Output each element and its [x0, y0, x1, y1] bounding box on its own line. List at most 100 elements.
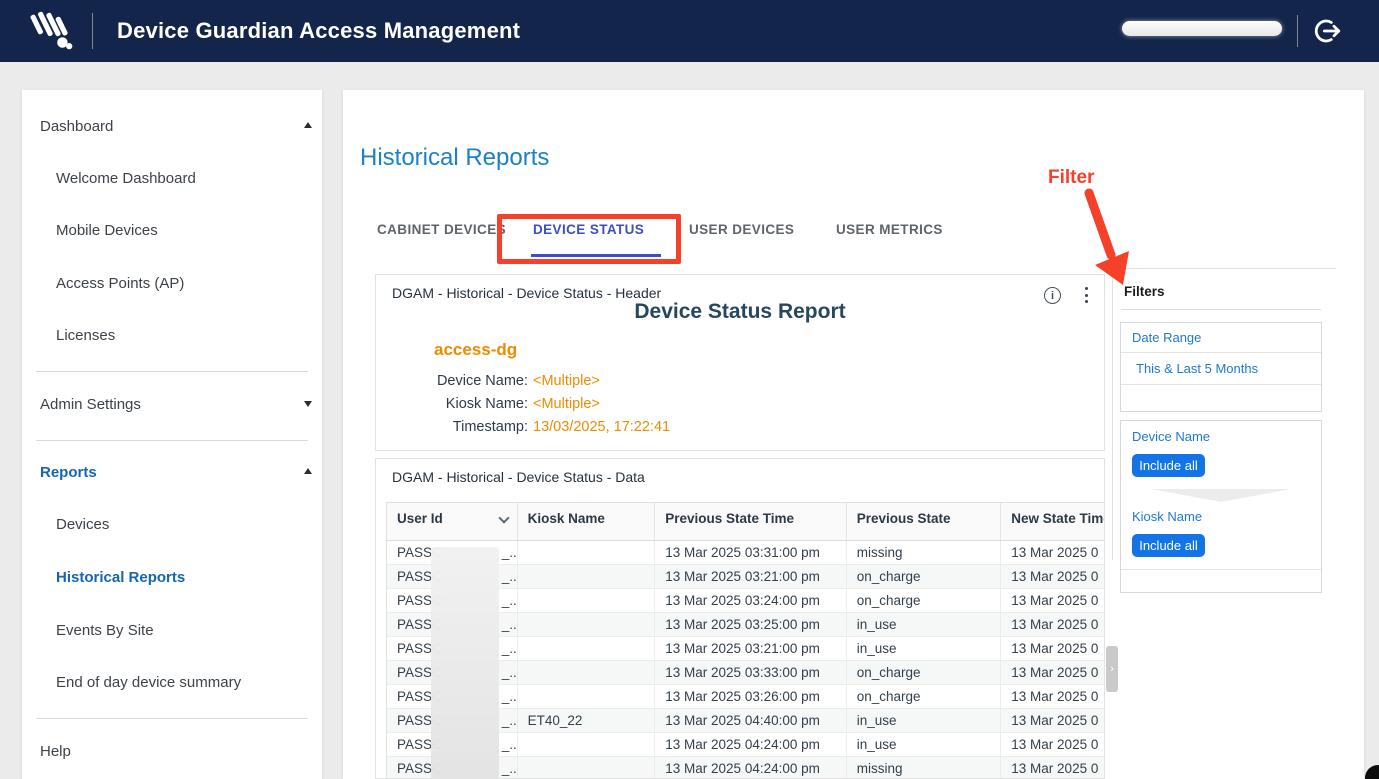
cell-previous-state-time: 13 Mar 2025 03:24:00 pm: [655, 589, 846, 612]
sidebar-item-dashboard[interactable]: Dashboard: [40, 115, 113, 139]
cell-previous-state-time: 13 Mar 2025 04:40:00 pm: [655, 709, 846, 732]
table-header-row: User Id Kiosk Name Previous State Time P…: [387, 503, 1105, 541]
cell-kiosk-name: [518, 613, 656, 636]
kiosk-name-filter-label: Kiosk Name: [1132, 509, 1202, 524]
sidebar: Dashboard Welcome Dashboard Mobile Devic…: [22, 90, 322, 779]
header-divider: [92, 13, 93, 49]
sidebar-item-events-by-site[interactable]: Events By Site: [56, 619, 154, 643]
sidebar-item-access-points[interactable]: Access Points (AP): [56, 272, 184, 296]
logout-button[interactable]: [1310, 16, 1344, 46]
screen-corner-artifact: [1365, 765, 1379, 779]
cell-previous-state: in_use: [847, 733, 1002, 756]
field-device-name: Device Name: <Multiple>: [376, 371, 600, 391]
report-header-card: DGAM - Historical - Device Status - Head…: [375, 274, 1105, 451]
cell-previous-state-time: 13 Mar 2025 03:21:00 pm: [655, 565, 846, 588]
cell-kiosk-name: ET40_22: [518, 709, 656, 732]
cell-new-state-time: 13 Mar 2025 0: [1001, 613, 1105, 636]
cell-new-state-time: 13 Mar 2025 0: [1001, 709, 1105, 732]
cell-new-state-time: 13 Mar 2025 0: [1001, 757, 1105, 779]
sidebar-item-historical-reports[interactable]: Historical Reports: [56, 566, 185, 590]
cell-previous-state: missing: [847, 541, 1002, 564]
sidebar-item-admin-settings[interactable]: Admin Settings: [40, 393, 141, 417]
kiosk-name-include-all-button[interactable]: Include all: [1132, 534, 1205, 557]
report-data-card: DGAM - Historical - Device Status - Data…: [375, 458, 1105, 779]
app-header: Device Guardian Access Management: [0, 0, 1379, 62]
cell-new-state-time: 13 Mar 2025 0: [1001, 541, 1105, 564]
user-id-redaction-overlay: [431, 547, 499, 779]
cell-kiosk-name: [518, 637, 656, 660]
chevron-down-icon: [304, 401, 312, 407]
column-header-user-id[interactable]: User Id: [387, 503, 518, 540]
cell-previous-state-time: 13 Mar 2025 03:26:00 pm: [655, 685, 846, 708]
zebra-logo-icon: [30, 8, 76, 54]
page-title: Historical Reports: [360, 144, 549, 172]
sidebar-item-mobile-devices[interactable]: Mobile Devices: [56, 219, 158, 243]
filters-left-divider: [1112, 268, 1113, 560]
tab-cabinet-devices[interactable]: CABINET DEVICES: [377, 220, 506, 240]
filter-section-notch: [1151, 489, 1291, 502]
cell-previous-state: on_charge: [847, 589, 1002, 612]
logout-icon: [1312, 34, 1342, 49]
cell-kiosk-name: [518, 661, 656, 684]
field-value: <Multiple>: [533, 373, 600, 389]
date-range-selected-value[interactable]: This & Last 5 Months: [1121, 353, 1321, 385]
device-name-include-all-button[interactable]: Include all: [1132, 454, 1205, 477]
field-label: Device Name:: [376, 371, 528, 391]
header-divider-right: [1297, 15, 1298, 47]
field-timestamp: Timestamp:13/03/2025, 17:22:41: [376, 417, 670, 437]
cell-kiosk-name: [518, 685, 656, 708]
cell-kiosk-name: [518, 565, 656, 588]
report-title: Device Status Report: [376, 300, 1104, 324]
site-name: access-dg: [434, 340, 517, 360]
cell-kiosk-name: [518, 541, 656, 564]
sidebar-item-welcome-dashboard[interactable]: Welcome Dashboard: [56, 167, 196, 191]
field-kiosk-name: Kiosk Name: <Multiple>: [376, 394, 600, 414]
sidebar-item-devices[interactable]: Devices: [56, 513, 109, 537]
cell-previous-state-time: 13 Mar 2025 04:24:00 pm: [655, 757, 846, 779]
column-header-previous-state-time[interactable]: Previous State Time: [655, 503, 846, 540]
cell-previous-state: on_charge: [847, 565, 1002, 588]
widget-title: DGAM - Historical - Device Status - Data: [392, 469, 645, 485]
sidebar-divider: [36, 371, 308, 372]
screen: Device Guardian Access Management Dashbo…: [0, 0, 1379, 779]
filter-annotation-arrow: [1043, 185, 1143, 295]
cell-previous-state: in_use: [847, 637, 1002, 660]
field-value: 13/03/2025, 17:22:41: [533, 419, 670, 435]
cell-previous-state-time: 13 Mar 2025 03:33:00 pm: [655, 661, 846, 684]
sidebar-item-help[interactable]: Help: [40, 740, 71, 764]
chevron-up-icon: [304, 122, 312, 128]
widget-title: DGAM - Historical - Device Status - Head…: [392, 285, 661, 301]
cell-new-state-time: 13 Mar 2025 0: [1001, 733, 1105, 756]
filters-top-divider: [1112, 268, 1336, 269]
cell-previous-state: in_use: [847, 613, 1002, 636]
sidebar-divider: [36, 718, 308, 719]
chevron-up-icon: [304, 468, 312, 474]
cell-previous-state: on_charge: [847, 685, 1002, 708]
field-value: <Multiple>: [533, 396, 600, 412]
cell-previous-state: missing: [847, 757, 1002, 779]
date-range-filter[interactable]: Date Range: [1121, 323, 1321, 353]
cell-new-state-time: 13 Mar 2025 0: [1001, 685, 1105, 708]
tab-user-metrics[interactable]: USER METRICS: [836, 220, 943, 240]
device-name-filter-label: Device Name: [1132, 429, 1210, 444]
cell-previous-state-time: 13 Mar 2025 03:25:00 pm: [655, 613, 846, 636]
cell-new-state-time: 13 Mar 2025 0: [1001, 565, 1105, 588]
column-header-new-state-time[interactable]: New State Time: [1001, 503, 1105, 540]
app-title: Device Guardian Access Management: [117, 0, 520, 62]
cell-previous-state: on_charge: [847, 661, 1002, 684]
tab-device-status[interactable]: DEVICE STATUS: [533, 220, 644, 240]
column-header-kiosk-name[interactable]: Kiosk Name: [518, 503, 656, 540]
filter-divider: [1121, 569, 1321, 570]
column-header-previous-state[interactable]: Previous State: [847, 503, 1002, 540]
cell-previous-state-time: 13 Mar 2025 03:21:00 pm: [655, 637, 846, 660]
tab-user-devices[interactable]: USER DEVICES: [689, 220, 794, 240]
cell-kiosk-name: [518, 589, 656, 612]
sidebar-item-licenses[interactable]: Licenses: [56, 324, 115, 348]
field-label: Kiosk Name:: [376, 394, 528, 414]
sidebar-item-reports[interactable]: Reports: [40, 461, 97, 485]
cell-previous-state-time: 13 Mar 2025 04:24:00 pm: [655, 733, 846, 756]
cell-previous-state: in_use: [847, 709, 1002, 732]
sidebar-item-end-of-day-summary[interactable]: End of day device summary: [56, 671, 241, 695]
table-horizontal-scroll-handle[interactable]: ›: [1106, 646, 1118, 692]
active-tab-underline: [531, 254, 661, 257]
